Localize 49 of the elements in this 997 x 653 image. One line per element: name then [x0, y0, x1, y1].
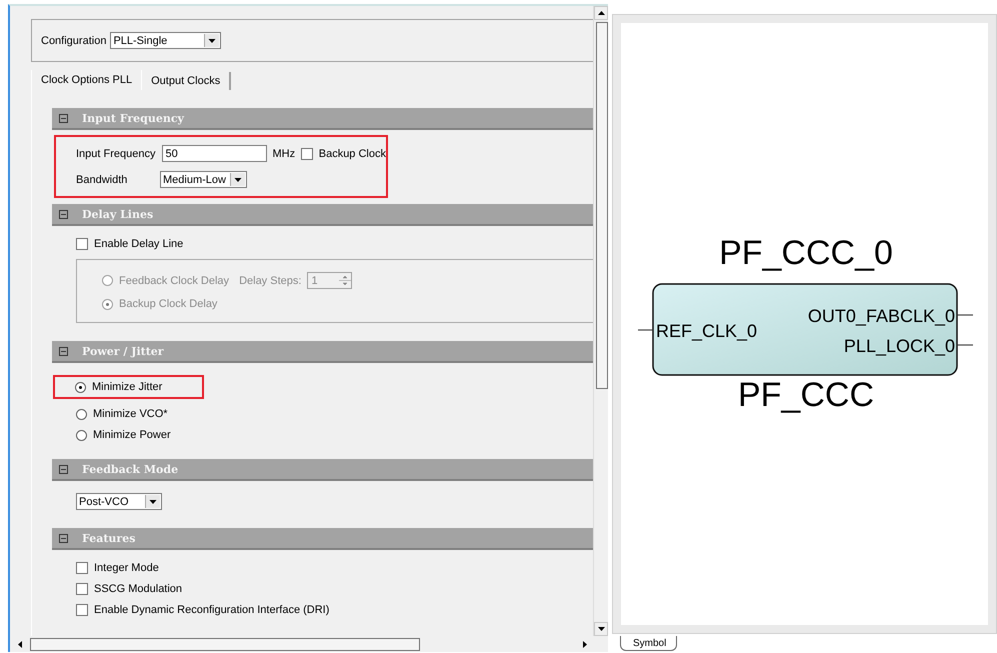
dropdown[interactable]: Medium-Low	[160, 171, 247, 188]
checkbox[interactable]	[301, 148, 313, 160]
port-label: REF_CLK_0	[656, 321, 757, 341]
dropdown[interactable]: PLL-Single	[110, 32, 222, 49]
collapse-icon[interactable]	[59, 210, 68, 218]
port-label: PLL_LOCK_0	[843, 336, 954, 356]
vertical-scrollbar[interactable]	[593, 6, 608, 636]
radio-label: Feedback Clock Delay	[119, 274, 230, 286]
frequency-input[interactable]: 50	[162, 145, 266, 162]
radio-button[interactable]	[75, 382, 86, 392]
tab[interactable]: Clock Options PLL	[31, 70, 142, 90]
field-label: Configuration	[41, 34, 106, 46]
checkbox-label: Enable Dynamic Reconfiguration Interface (DRI)	[94, 604, 330, 616]
collapse-icon[interactable]	[59, 534, 68, 542]
port-label: OUT0_FABCLK_0	[807, 306, 954, 326]
checkbox-label: Backup Clock	[318, 148, 386, 160]
checkbox[interactable]	[76, 604, 88, 616]
pin-line	[956, 344, 973, 346]
checkbox[interactable]	[76, 583, 88, 595]
tab[interactable]: Symbol	[620, 636, 678, 651]
field-label: Bandwidth	[76, 174, 128, 186]
checkbox[interactable]	[76, 238, 88, 250]
radio-label: Backup Clock Delay	[119, 298, 218, 310]
radio-button[interactable]	[76, 430, 87, 440]
checkbox-label: Enable Delay Line	[94, 238, 184, 250]
component-name: PF_CCC	[737, 376, 874, 414]
checkbox-label: Integer Mode	[94, 562, 159, 574]
scroll-left-icon[interactable]	[18, 640, 22, 648]
field-label: Input Frequency	[76, 148, 156, 160]
collapse-icon[interactable]	[59, 114, 68, 122]
scroll-right-icon[interactable]	[583, 640, 587, 648]
radio-label: Minimize Jitter	[92, 381, 162, 393]
radio-label: Minimize VCO*	[93, 408, 168, 420]
checkbox-label: SSCG Modulation	[94, 583, 182, 595]
checkbox[interactable]	[76, 562, 88, 574]
component-block[interactable]	[652, 283, 958, 376]
radio-label: Minimize Power	[93, 429, 171, 441]
pin-line	[956, 314, 973, 316]
unit-label: MHz	[272, 148, 296, 160]
radio-button[interactable]	[76, 408, 87, 420]
dropdown[interactable]: Post-VCO	[76, 493, 162, 510]
collapse-icon[interactable]	[59, 464, 68, 474]
scrollbar-thumb[interactable]	[30, 638, 420, 650]
scroll-down-icon[interactable]	[598, 627, 604, 631]
instance-name: PF_CCC_0	[718, 234, 892, 272]
collapse-icon[interactable]	[59, 346, 68, 356]
scroll-up-icon[interactable]	[598, 11, 604, 15]
scrollbar-thumb[interactable]	[596, 22, 608, 389]
field-label: Delay Steps:	[239, 274, 302, 286]
